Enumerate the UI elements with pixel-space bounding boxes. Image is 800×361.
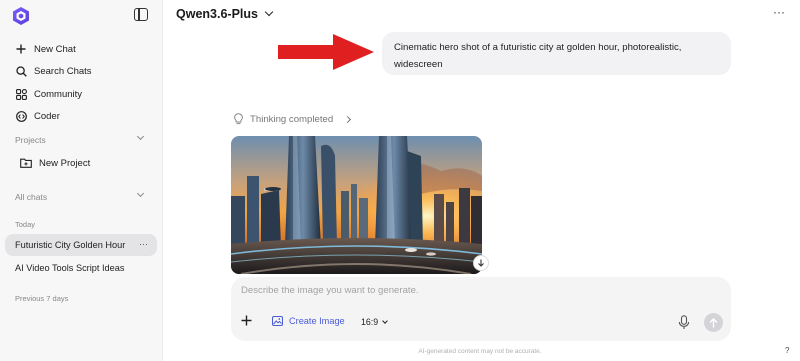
more-options-icon[interactable]: ··· bbox=[773, 5, 785, 19]
user-message-bubble: Cinematic hero shot of a futuristic city… bbox=[382, 32, 731, 75]
ai-disclaimer: AI-generated content may not be accurate… bbox=[418, 348, 542, 355]
chevron-right-icon bbox=[344, 115, 352, 123]
microphone-icon[interactable] bbox=[678, 315, 690, 330]
arrow-up-icon bbox=[709, 317, 718, 327]
image-icon bbox=[272, 316, 283, 326]
community-button[interactable]: Community bbox=[15, 86, 82, 102]
composer: Create Image 16:9 bbox=[231, 277, 731, 341]
thinking-status[interactable]: Thinking completed bbox=[233, 113, 352, 125]
new-chat-label: New Chat bbox=[34, 43, 76, 55]
chat-title: Futuristic City Golden Hour bbox=[15, 240, 126, 250]
generated-city-image[interactable] bbox=[231, 136, 482, 274]
model-name: Qwen3.6-Plus bbox=[176, 7, 258, 21]
sidebar: New Chat Search Chats Community Coder Pr… bbox=[0, 0, 163, 361]
send-button[interactable] bbox=[704, 313, 723, 332]
search-icon bbox=[15, 65, 27, 77]
projects-chevron-icon[interactable] bbox=[136, 132, 145, 141]
user-message-text: Cinematic hero shot of a futuristic city… bbox=[394, 42, 682, 70]
plus-icon bbox=[15, 44, 27, 54]
chat-options-icon[interactable]: ··· bbox=[139, 239, 148, 249]
folder-plus-icon bbox=[20, 158, 32, 168]
search-chats-button[interactable]: Search Chats bbox=[15, 63, 92, 79]
help-button[interactable]: ? bbox=[785, 346, 789, 355]
code-icon bbox=[15, 110, 27, 122]
aspect-ratio-select[interactable]: 16:9 bbox=[361, 317, 388, 327]
previous-7-days-label: Previous 7 days bbox=[15, 294, 69, 303]
chevron-down-icon bbox=[382, 317, 388, 324]
community-label: Community bbox=[34, 88, 83, 100]
download-icon[interactable] bbox=[473, 255, 489, 271]
chat-title: AI Video Tools Script Ideas bbox=[15, 263, 125, 273]
chat-item-futuristic-city[interactable]: Futuristic City Golden Hour ··· bbox=[5, 234, 157, 256]
chevron-down-icon bbox=[264, 7, 274, 17]
coder-label: Coder bbox=[34, 110, 60, 122]
aspect-ratio-value: 16:9 bbox=[361, 317, 379, 327]
create-image-label: Create Image bbox=[289, 316, 345, 326]
coder-button[interactable]: Coder bbox=[15, 108, 60, 124]
thinking-label: Thinking completed bbox=[250, 113, 334, 125]
red-arrow-annotation-icon bbox=[278, 34, 374, 70]
new-project-label: New Project bbox=[39, 157, 91, 169]
search-chats-label: Search Chats bbox=[34, 65, 92, 77]
add-attachment-icon[interactable] bbox=[241, 315, 252, 329]
model-selector[interactable]: Qwen3.6-Plus bbox=[176, 7, 274, 21]
all-chats-chevron-icon[interactable] bbox=[136, 189, 145, 198]
toggle-sidebar-icon[interactable] bbox=[134, 8, 148, 21]
chat-item-ai-video-tools[interactable]: AI Video Tools Script Ideas bbox=[5, 257, 157, 279]
today-label: Today bbox=[15, 220, 36, 229]
lightbulb-icon bbox=[234, 113, 243, 125]
new-project-button[interactable]: New Project bbox=[20, 155, 90, 171]
projects-section-label: Projects bbox=[15, 135, 46, 145]
qwen-logo-icon[interactable] bbox=[11, 6, 31, 26]
grid-icon bbox=[15, 88, 27, 100]
new-chat-button[interactable]: New Chat bbox=[15, 41, 76, 57]
create-image-button[interactable]: Create Image bbox=[272, 316, 345, 326]
prompt-input[interactable] bbox=[241, 285, 711, 296]
all-chats-label: All chats bbox=[15, 192, 48, 202]
